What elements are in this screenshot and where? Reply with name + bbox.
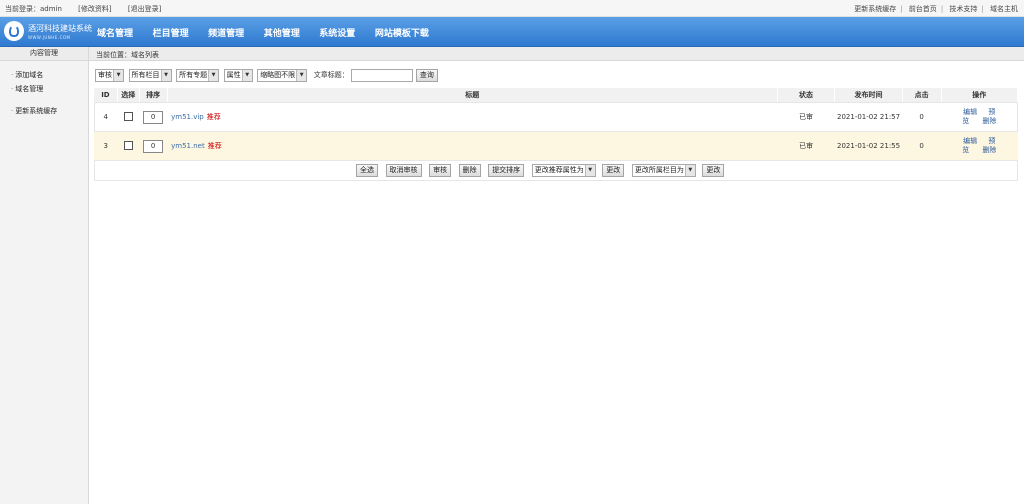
sort-input[interactable]: 0 bbox=[143, 139, 164, 153]
row-status: 已审 bbox=[777, 131, 835, 161]
nav-channel-management[interactable]: 频道管理 bbox=[208, 29, 244, 39]
nav-template-download[interactable]: 网站模板下载 bbox=[375, 29, 429, 39]
main-nav: 酒河科技建站系统 WWW.JUNHE.COM 域名管理 栏目管理 频道管理 其他… bbox=[0, 17, 1024, 47]
col-actions: 操作 bbox=[941, 88, 1018, 103]
search-button[interactable]: 查询 bbox=[415, 69, 438, 82]
nav-other-management[interactable]: 其他管理 bbox=[264, 29, 300, 39]
logo-title: 酒河科技建站系统 bbox=[28, 24, 92, 33]
topic-filter-select[interactable]: 所有专题 ▼ bbox=[176, 69, 220, 82]
sidebar-item-add-domain[interactable]: 添加域名 bbox=[11, 70, 43, 80]
title-filter-label: 文章标题： bbox=[313, 71, 349, 79]
col-id: ID bbox=[94, 88, 118, 103]
refresh-cache-link[interactable]: 更新系统缓存 bbox=[854, 5, 896, 13]
chevron-down-icon: ▼ bbox=[296, 70, 307, 81]
review-button[interactable]: 审核 bbox=[429, 164, 452, 177]
logo-subtitle: WWW.JUNHE.COM bbox=[28, 35, 71, 40]
row-time: 2021-01-02 21:55 bbox=[834, 131, 903, 161]
row-id: 4 bbox=[94, 102, 118, 132]
table-row: 4 0 ym51.vip 推荐 已审 2021-01-02 21:57 0 编辑 … bbox=[94, 102, 1018, 132]
column-filter-select[interactable]: 所有栏目 ▼ bbox=[128, 69, 172, 82]
row-clicks: 0 bbox=[902, 131, 941, 161]
current-login-text: 当前登录：admin bbox=[5, 5, 62, 13]
review-filter-select[interactable]: 审核 ▼ bbox=[95, 69, 124, 82]
row-time: 2021-01-02 21:57 bbox=[834, 102, 903, 132]
preview-link[interactable]: 预 bbox=[988, 108, 995, 117]
row-title-link[interactable]: ym51.net bbox=[171, 142, 205, 150]
top-bar: 当前登录：admin [修改资料] [退出登录] 更新系统缓存 | 前台首页 | 技… bbox=[0, 0, 1024, 17]
thumbnail-filter-select[interactable]: 缩略图不限 ▼ bbox=[257, 69, 308, 82]
nav-system-settings[interactable]: 系统设置 bbox=[319, 29, 355, 39]
edit-profile-link[interactable]: [修改资料] bbox=[78, 5, 111, 13]
preview-link-cont[interactable]: 览 bbox=[962, 117, 969, 126]
nav-column-management[interactable]: 栏目管理 bbox=[153, 29, 189, 39]
chevron-down-icon: ▼ bbox=[241, 70, 252, 81]
domain-host-link[interactable]: 域名主机 bbox=[990, 5, 1018, 13]
table-row: 3 0 ym51.net 推荐 已审 2021-01-02 21:55 0 编辑 … bbox=[94, 131, 1018, 161]
bulk-actions-bar: 全选 取消审核 审核 删除 提交排序 更改推荐属性为 ▼ 更改 更改所属栏目为 ▼ … bbox=[94, 160, 1018, 181]
attribute-filter-select[interactable]: 属性 ▼ bbox=[223, 69, 253, 82]
sort-input[interactable]: 0 bbox=[143, 110, 164, 124]
chevron-down-icon: ▼ bbox=[684, 165, 695, 176]
preview-link-cont[interactable]: 览 bbox=[962, 146, 969, 155]
row-status: 已审 bbox=[777, 102, 835, 132]
edit-link[interactable]: 编辑 bbox=[963, 108, 977, 117]
select-all-button[interactable]: 全选 bbox=[356, 164, 378, 177]
change-attribute-button[interactable]: 更改 bbox=[602, 164, 625, 177]
tech-support-link[interactable]: 技术支持 bbox=[949, 5, 977, 13]
breadcrumb: 当前位置：域名列表 bbox=[89, 47, 1024, 61]
sidebar-item-domain-management[interactable]: 域名管理 bbox=[11, 84, 43, 94]
submit-sort-button[interactable]: 提交排序 bbox=[488, 164, 525, 177]
sidebar-item-refresh-cache[interactable]: 更新系统缓存 bbox=[11, 106, 57, 116]
chevron-down-icon: ▼ bbox=[113, 70, 123, 81]
row-clicks: 0 bbox=[902, 102, 941, 132]
col-time: 发布时间 bbox=[834, 88, 903, 103]
chevron-down-icon: ▼ bbox=[584, 165, 595, 176]
edit-link[interactable]: 编辑 bbox=[963, 137, 977, 146]
breadcrumb-text: 当前位置：域名列表 bbox=[96, 51, 159, 59]
nav-domain-management[interactable]: 域名管理 bbox=[97, 29, 133, 39]
delete-link[interactable]: 删除 bbox=[982, 117, 996, 126]
change-column-select[interactable]: 更改所属栏目为 ▼ bbox=[631, 164, 696, 177]
col-status: 状态 bbox=[777, 88, 836, 103]
change-column-button[interactable]: 更改 bbox=[702, 164, 725, 177]
delete-button[interactable]: 删除 bbox=[458, 164, 481, 177]
row-title-link[interactable]: ym51.vip bbox=[171, 113, 204, 121]
col-select: 选择 bbox=[117, 88, 140, 103]
sidebar-header: 内容管理 bbox=[0, 47, 88, 61]
row-id: 3 bbox=[94, 131, 118, 161]
filter-bar: 审核 ▼ 所有栏目 ▼ 所有专题 ▼ 属性 ▼ 缩略图不限 ▼ 文章标题： 查询 bbox=[95, 69, 438, 82]
domain-table: ID 选择 排序 标题 状态 发布时间 点击 操作 4 0 ym51.vip 推荐… bbox=[94, 88, 1018, 161]
front-home-link[interactable]: 前台首页 bbox=[909, 5, 937, 13]
logo-icon bbox=[4, 21, 24, 41]
recommend-tag: 推荐 bbox=[207, 142, 222, 150]
col-sort: 排序 bbox=[139, 88, 168, 103]
logout-link[interactable]: [退出登录] bbox=[128, 5, 161, 13]
row-checkbox[interactable] bbox=[123, 140, 133, 150]
change-attribute-select[interactable]: 更改推荐属性为 ▼ bbox=[531, 164, 596, 177]
logo[interactable]: 酒河科技建站系统 WWW.JUNHE.COM bbox=[4, 20, 92, 44]
col-clicks: 点击 bbox=[902, 88, 942, 103]
recommend-tag: 推荐 bbox=[206, 113, 221, 121]
delete-link[interactable]: 删除 bbox=[982, 146, 996, 155]
col-title: 标题 bbox=[167, 88, 778, 103]
chevron-down-icon: ▼ bbox=[160, 70, 171, 81]
chevron-down-icon: ▼ bbox=[208, 70, 219, 81]
sidebar: 内容管理 添加域名 域名管理 更新系统缓存 bbox=[0, 47, 89, 504]
row-checkbox[interactable] bbox=[123, 111, 133, 121]
title-search-input[interactable] bbox=[351, 69, 414, 82]
cancel-review-button[interactable]: 取消审核 bbox=[385, 164, 422, 177]
preview-link[interactable]: 预 bbox=[988, 137, 995, 146]
